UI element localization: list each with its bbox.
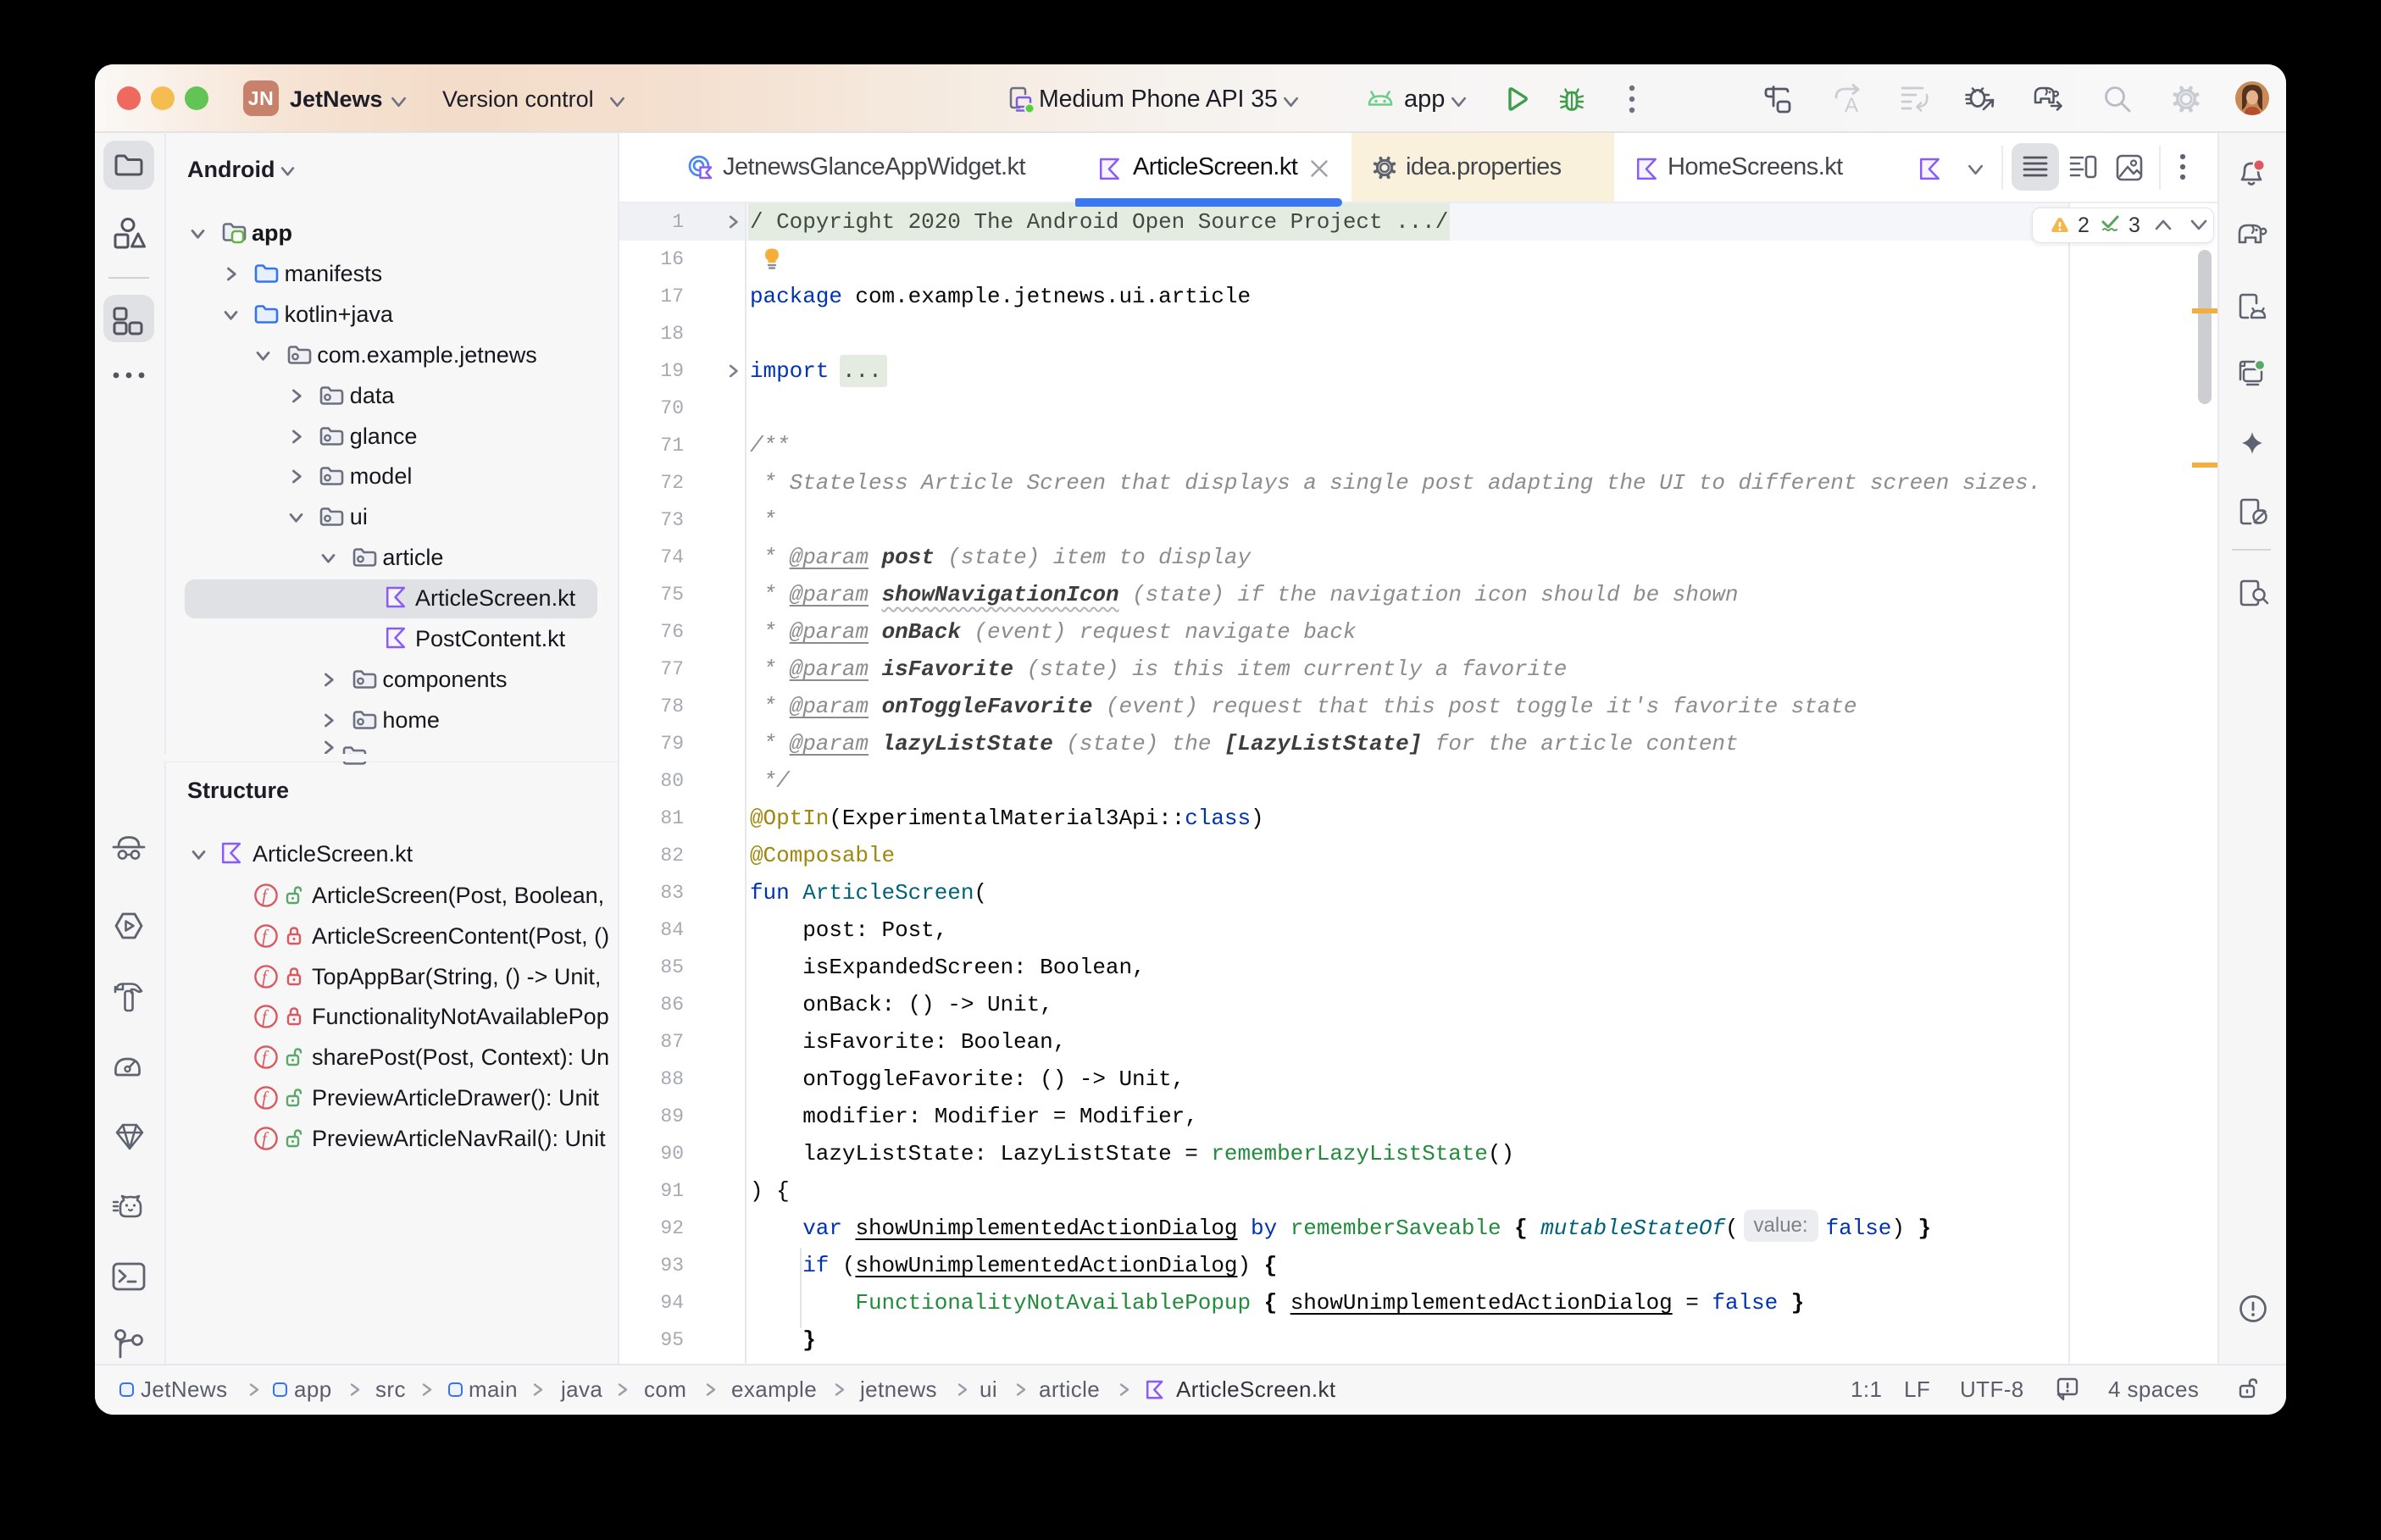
svg-text:f: f — [262, 1006, 269, 1027]
svg-text:f: f — [262, 967, 269, 987]
svg-text:f: f — [262, 1088, 269, 1108]
svg-text:f: f — [262, 885, 269, 906]
svg-text:A: A — [1845, 94, 1858, 117]
svg-text:f: f — [262, 926, 269, 946]
svg-text:f: f — [262, 1047, 269, 1067]
svg-text:f: f — [262, 1128, 269, 1149]
